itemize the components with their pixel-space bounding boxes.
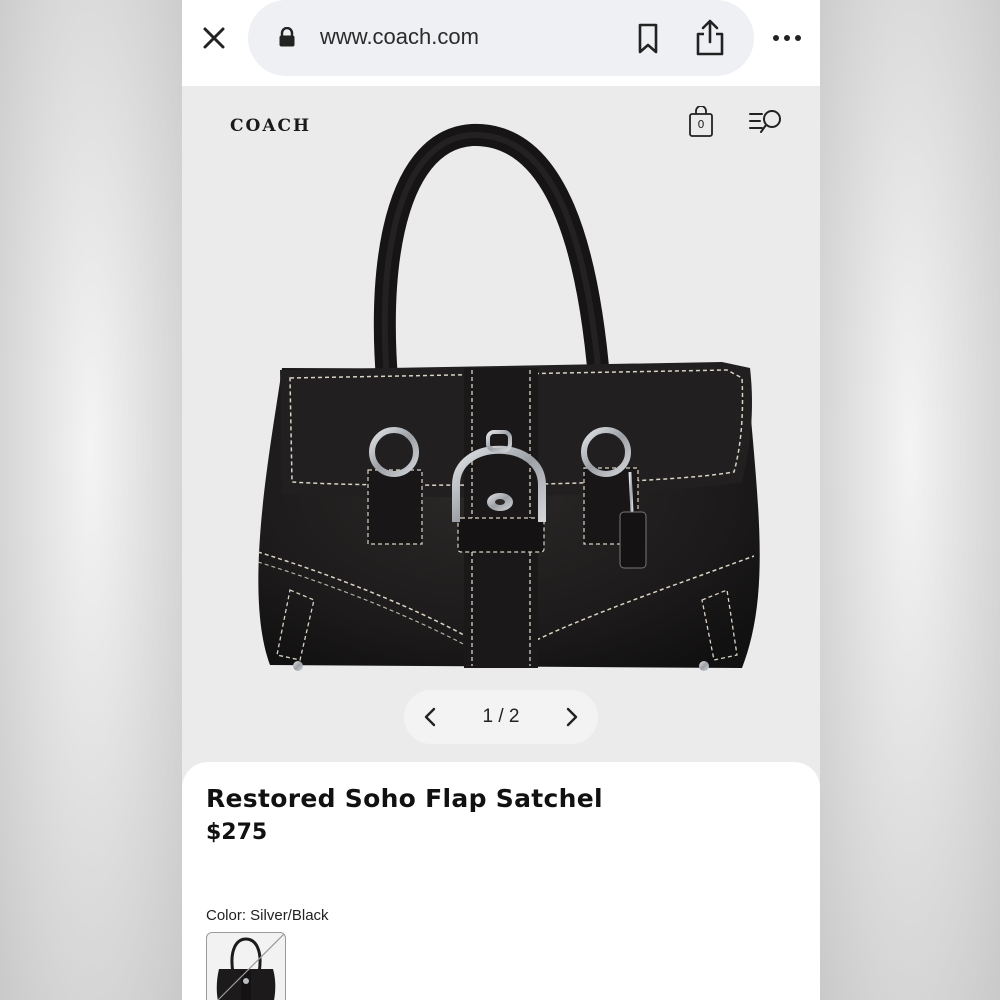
close-button[interactable] [196,20,232,56]
bag-thumbnail [216,933,285,1000]
image-counter: 1 / 2 [482,706,520,727]
more-options-icon[interactable] [770,28,804,48]
close-icon [203,27,225,49]
product-title: Restored Soho Flap Satchel [206,784,603,813]
address-bar[interactable]: www.coach.com [248,0,754,76]
lock-icon [279,27,295,47]
product-info-sheet: Restored Soho Flap Satchel $275 Color: S… [182,762,820,1000]
shopping-bag-button[interactable]: 0 [688,105,714,138]
brand-logo[interactable]: COACH [230,116,311,136]
url-text: www.coach.com [320,24,479,49]
backdrop-right [820,0,1000,1000]
bookmark-icon[interactable] [632,22,664,56]
backdrop-left [0,0,182,1000]
bag-count: 0 [697,118,705,131]
phone-screen: www.coach.com COACH 0 1 / 2 Restored Soh… [182,0,820,1000]
image-pager: 1 / 2 [404,690,598,744]
product-price: $275 [206,820,268,845]
menu-search-icon[interactable] [748,108,784,136]
chevron-right-icon[interactable] [558,704,584,730]
color-swatch-silver-black[interactable] [206,932,286,1000]
site-header: COACH 0 [182,86,820,166]
product-photo[interactable] [182,120,820,680]
browser-toolbar: www.coach.com [182,0,820,86]
chevron-left-icon[interactable] [418,704,444,730]
color-label: Color: Silver/Black [206,907,329,924]
share-icon[interactable] [692,18,728,58]
